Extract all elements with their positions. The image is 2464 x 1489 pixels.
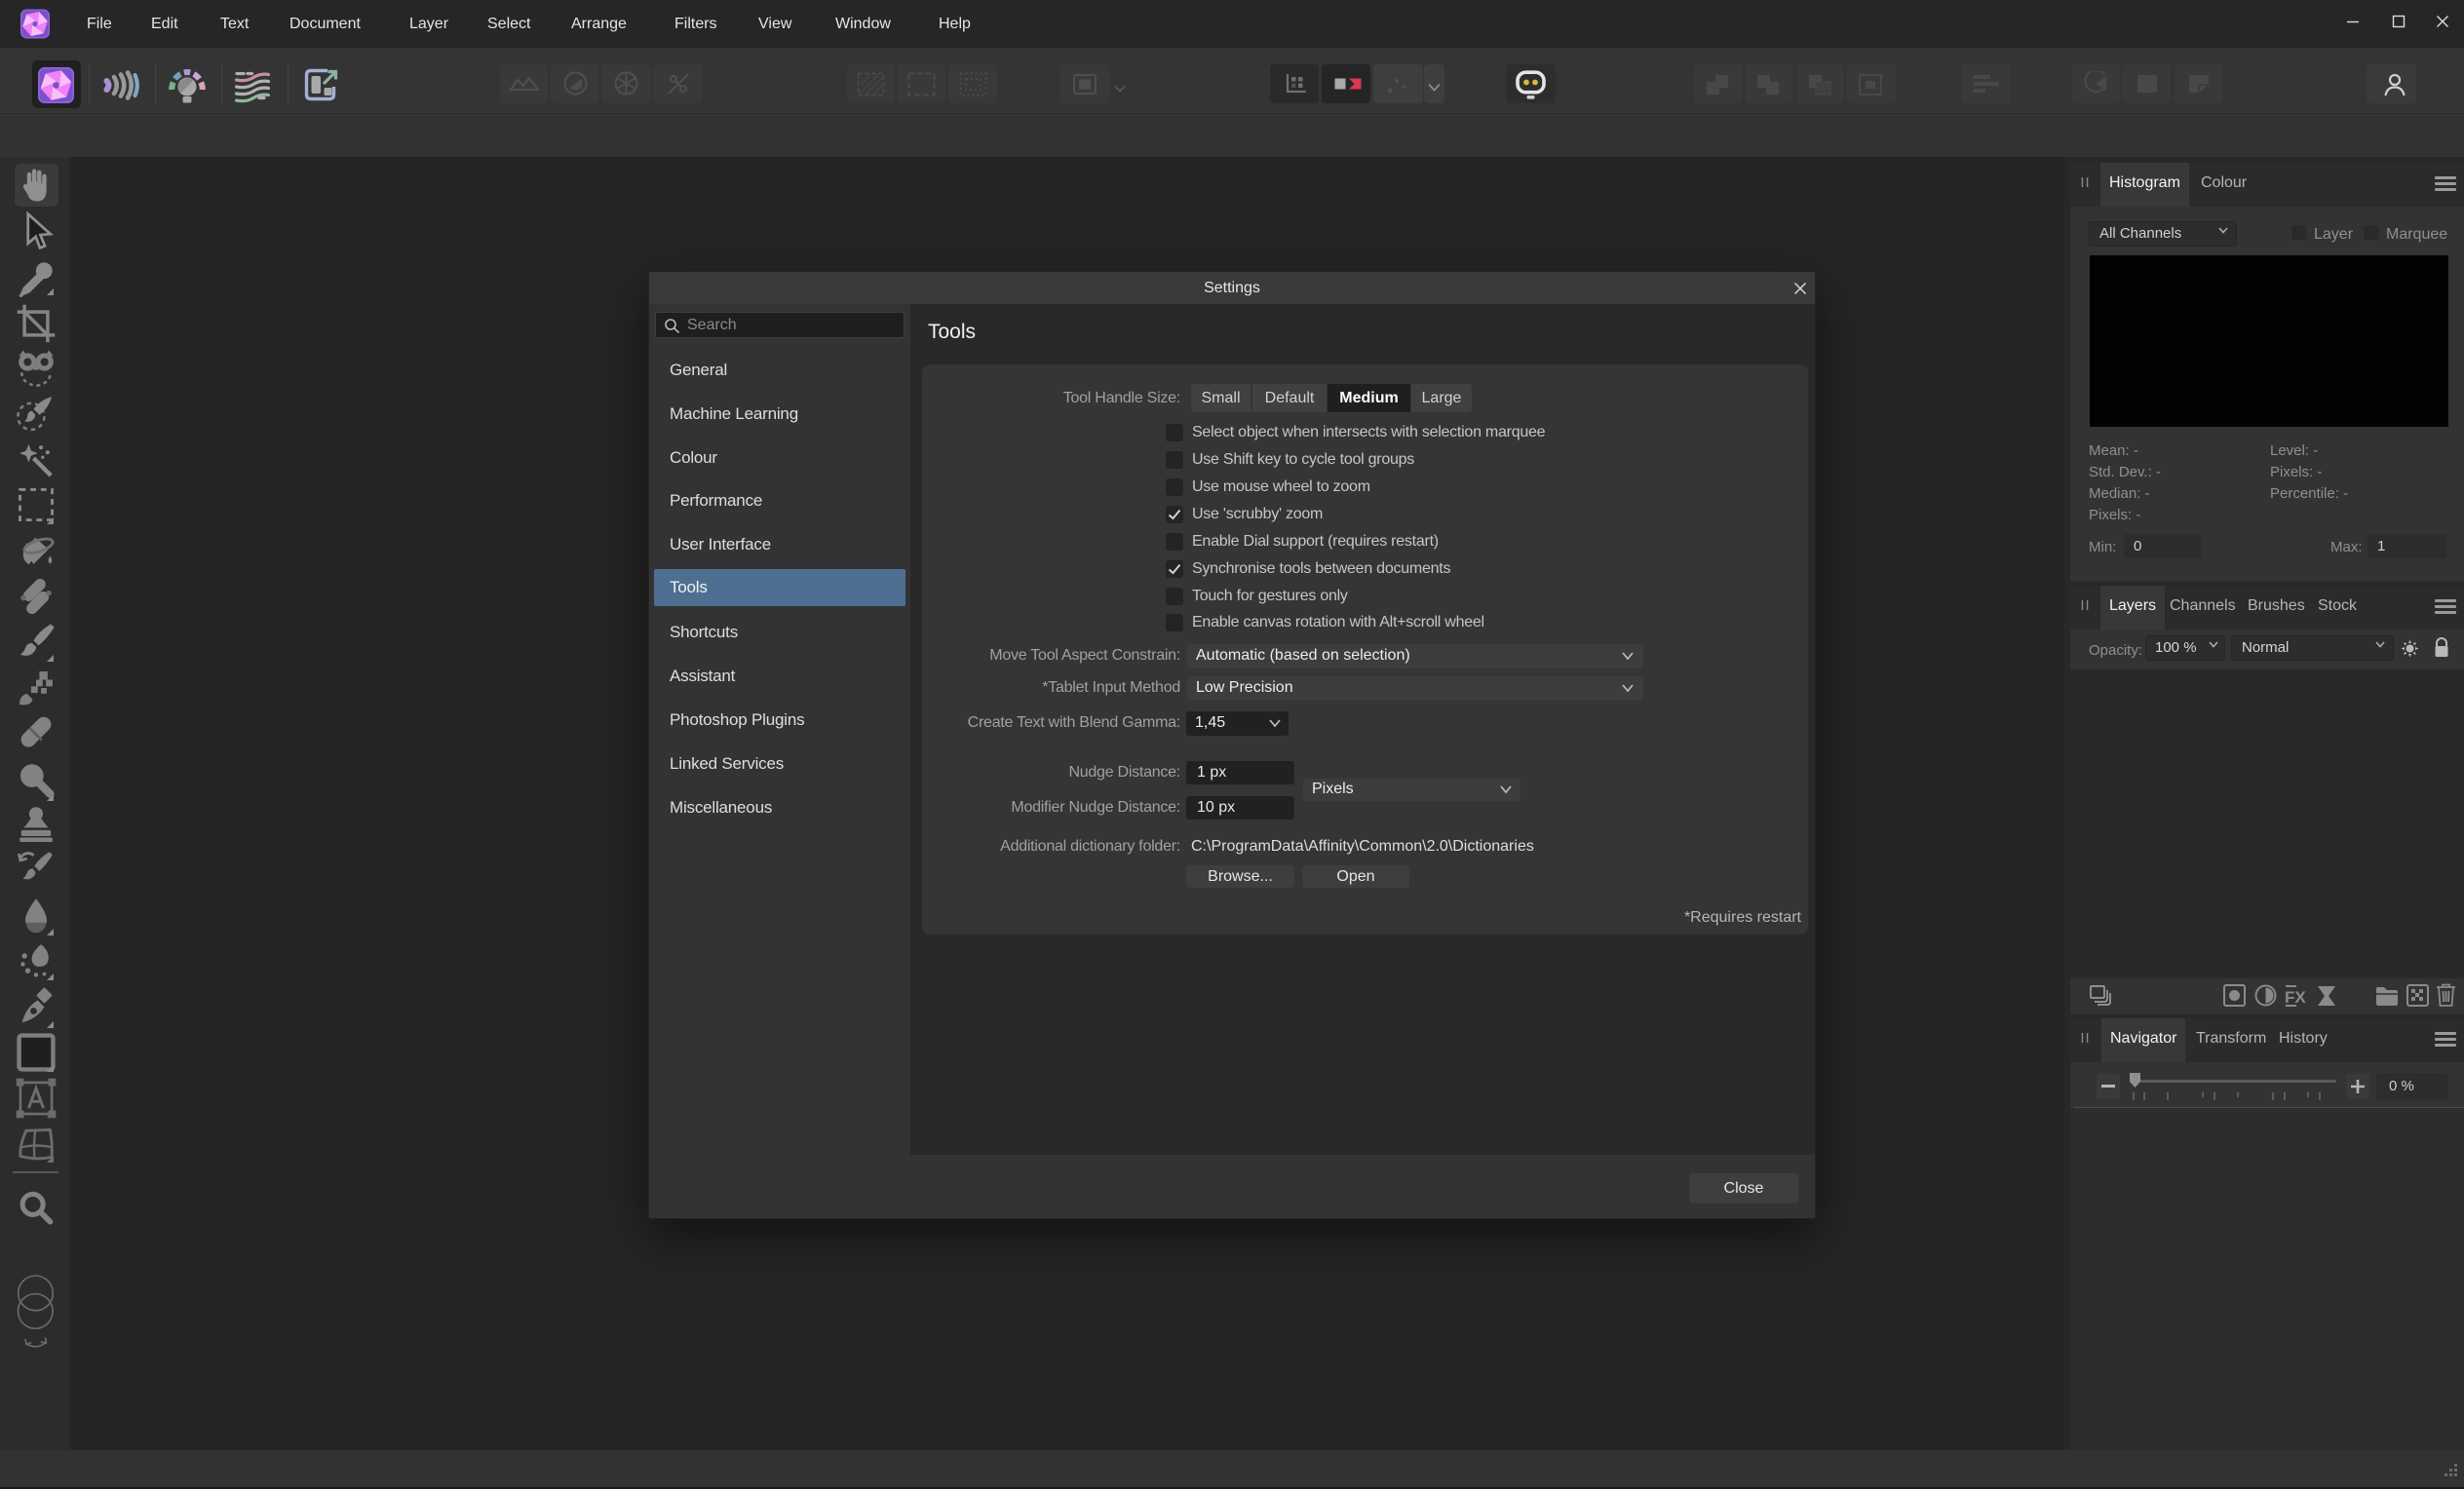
svg-text:FX: FX: [2285, 988, 2306, 1007]
